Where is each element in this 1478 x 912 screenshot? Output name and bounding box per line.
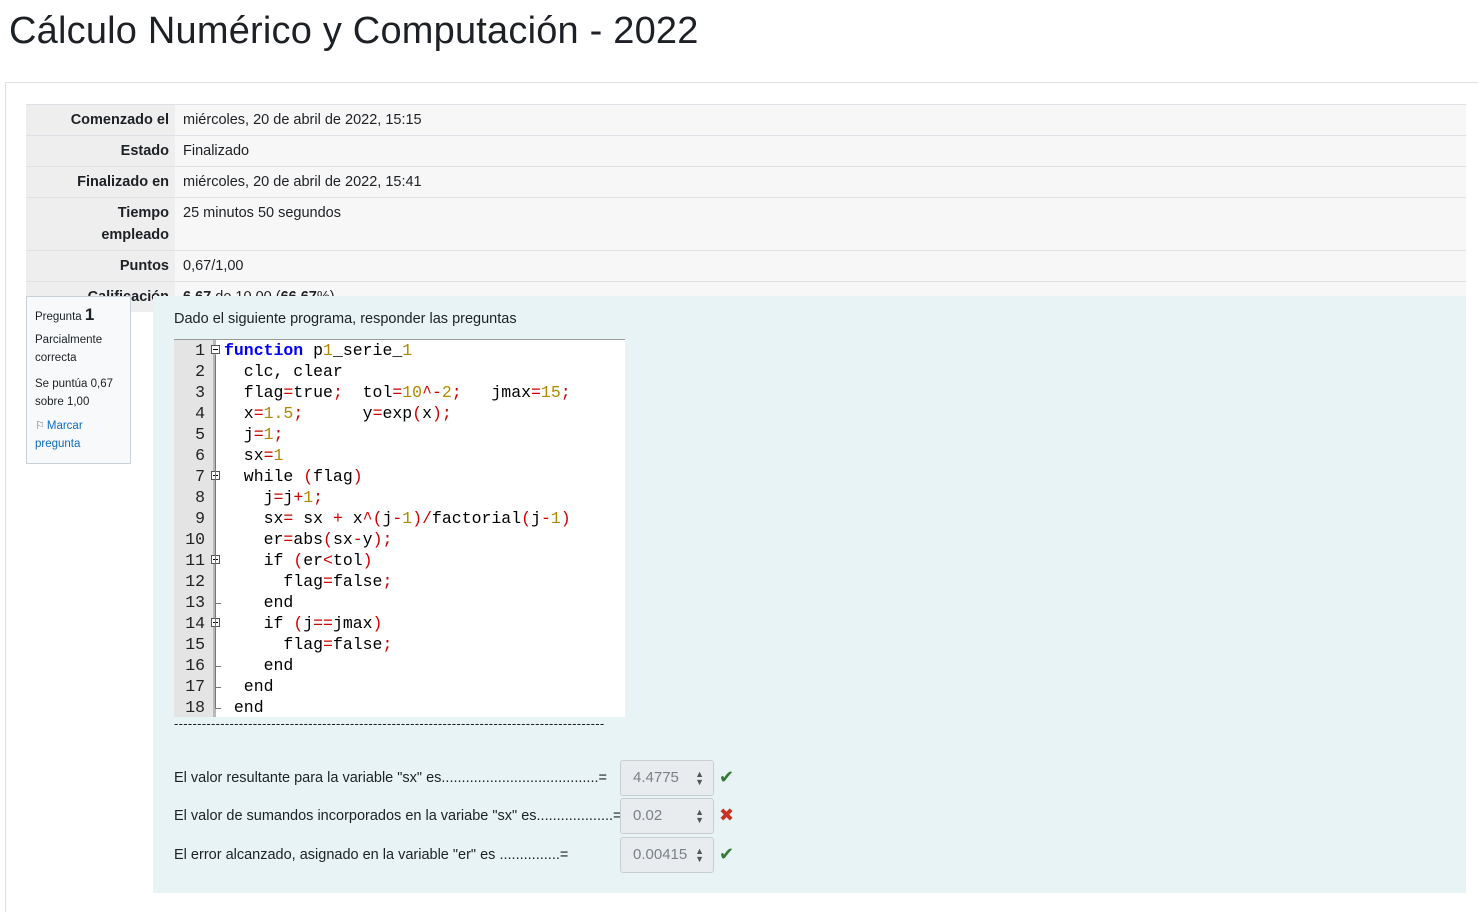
code-text: j=j+1; (224, 488, 324, 507)
code-text: end (224, 593, 294, 612)
summary-value: miércoles, 20 de abril de 2022, 15:41 (175, 166, 1466, 198)
page-title: Cálculo Numérico y Computación - 2022 (9, 10, 699, 52)
code-text: while (flag) (224, 467, 363, 486)
answer-select[interactable]: 0.02 ▲ ▼ (620, 798, 714, 834)
summary-value: Finalizado (175, 135, 1466, 167)
flag-question-link[interactable]: ⚐ Marcar pregunta (35, 417, 122, 453)
line-number: 11 (185, 551, 205, 570)
answer-label: El valor resultante para la variable "sx… (174, 770, 607, 786)
summary-row-marks: Puntos 0,67/1,00 (26, 250, 1466, 282)
fold-collapse-icon (211, 345, 220, 354)
question-text: Dado el siguiente programa, responder la… (174, 311, 517, 327)
summary-value: 0,67/1,00 (175, 250, 1466, 282)
check-icon: ✔ (719, 767, 735, 787)
question-number: Pregunta 1 (35, 305, 122, 325)
answer-select-value: 4.4775 (633, 769, 679, 786)
line-number: 13 (185, 593, 205, 612)
line-number: 6 (195, 446, 205, 465)
code-text: if (er<tol) (224, 551, 373, 570)
flag-icon: ⚐ (35, 420, 45, 432)
question-prefix: Pregunta (35, 311, 82, 323)
line-number: 12 (185, 572, 205, 591)
question-info-panel: Pregunta 1 Parcialmente correcta Se punt… (26, 296, 131, 464)
question-state: Parcialmente correcta (35, 334, 103, 364)
code-text: j=1; (224, 425, 284, 444)
select-arrows-icon: ▲ ▼ (695, 807, 704, 825)
question-content: Dado el siguiente programa, responder la… (153, 296, 1466, 893)
answer-select-value: 0.00415 (633, 846, 688, 863)
line-number: 15 (185, 635, 205, 654)
code-text: end (224, 677, 274, 696)
question-grade: Se puntúa 0,67 sobre 1,00 (35, 378, 114, 408)
line-number: 14 (185, 614, 205, 633)
answer-label: El error alcanzado, asignado en la varia… (174, 847, 569, 863)
code-text: er=abs(sx-y); (224, 530, 393, 549)
line-number: 17 (185, 677, 205, 696)
summary-value: 25 minutos 50 segundos (175, 197, 1466, 251)
answer-select-value: 0.02 (633, 807, 663, 824)
code-text: if (j==jmax) (224, 614, 383, 633)
code-text: end (224, 656, 294, 675)
fold-guide-line (215, 355, 216, 708)
answer-select[interactable]: 4.4775 ▲ ▼ (620, 760, 714, 796)
cross-icon: ✖ (719, 805, 735, 825)
answer-select[interactable]: 0.00415 ▲ ▼ (620, 837, 714, 873)
summary-row-started: Comenzado el miércoles, 20 de abril de 2… (26, 104, 1466, 136)
line-number: 10 (185, 530, 205, 549)
code-text: x=1.5; y=exp(x); (224, 404, 452, 423)
summary-row-completed: Finalizado en miércoles, 20 de abril de … (26, 166, 1466, 198)
code-text: end (224, 698, 264, 717)
summary-label: Estado (26, 135, 175, 167)
summary-label: Tiempo empleado (26, 197, 175, 251)
code-text: clc, clear (224, 362, 343, 381)
line-number: 9 (195, 509, 205, 528)
summary-label: Finalizado en (26, 166, 175, 198)
code-text: flag=false; (224, 572, 393, 591)
select-arrows-icon: ▲ ▼ (695, 769, 704, 787)
line-number: 1 (195, 341, 205, 360)
answer-label: El valor de sumandos incorporados en la … (174, 808, 622, 824)
line-number: 18 (185, 698, 205, 717)
summary-row-time-taken: Tiempo empleado 25 minutos 50 segundos (26, 197, 1466, 251)
question-number-value: 1 (84, 305, 95, 324)
quiz-summary-table: Comenzado el miércoles, 20 de abril de 2… (26, 104, 1466, 312)
line-number: 8 (195, 488, 205, 507)
fold-end-marker (215, 708, 221, 709)
summary-row-state: Estado Finalizado (26, 135, 1466, 167)
code-text: flag=false; (224, 635, 393, 654)
line-number: 3 (195, 383, 205, 402)
separator-line: ----------------------------------------… (174, 716, 605, 731)
code-text: sx=1 (224, 446, 284, 465)
line-number: 5 (195, 425, 205, 444)
code-text: sx= sx + x^(j-1)/factorial(j-1) (224, 509, 571, 528)
line-number: 4 (195, 404, 205, 423)
line-number: 7 (195, 467, 205, 486)
summary-value: miércoles, 20 de abril de 2022, 15:15 (175, 104, 1466, 136)
summary-label: Comenzado el (26, 104, 175, 136)
line-number: 2 (195, 362, 205, 381)
line-number: 16 (185, 656, 205, 675)
check-icon: ✔ (719, 844, 735, 864)
summary-label: Puntos (26, 250, 175, 282)
code-text: flag=true; tol=10^-2; jmax=15; (224, 383, 571, 402)
select-arrows-icon: ▲ ▼ (695, 846, 704, 864)
code-image: 1 function p1_serie_1 2 clc, clear 3 flag=t… (174, 339, 625, 717)
code-text: function p1_serie_1 (224, 341, 413, 360)
